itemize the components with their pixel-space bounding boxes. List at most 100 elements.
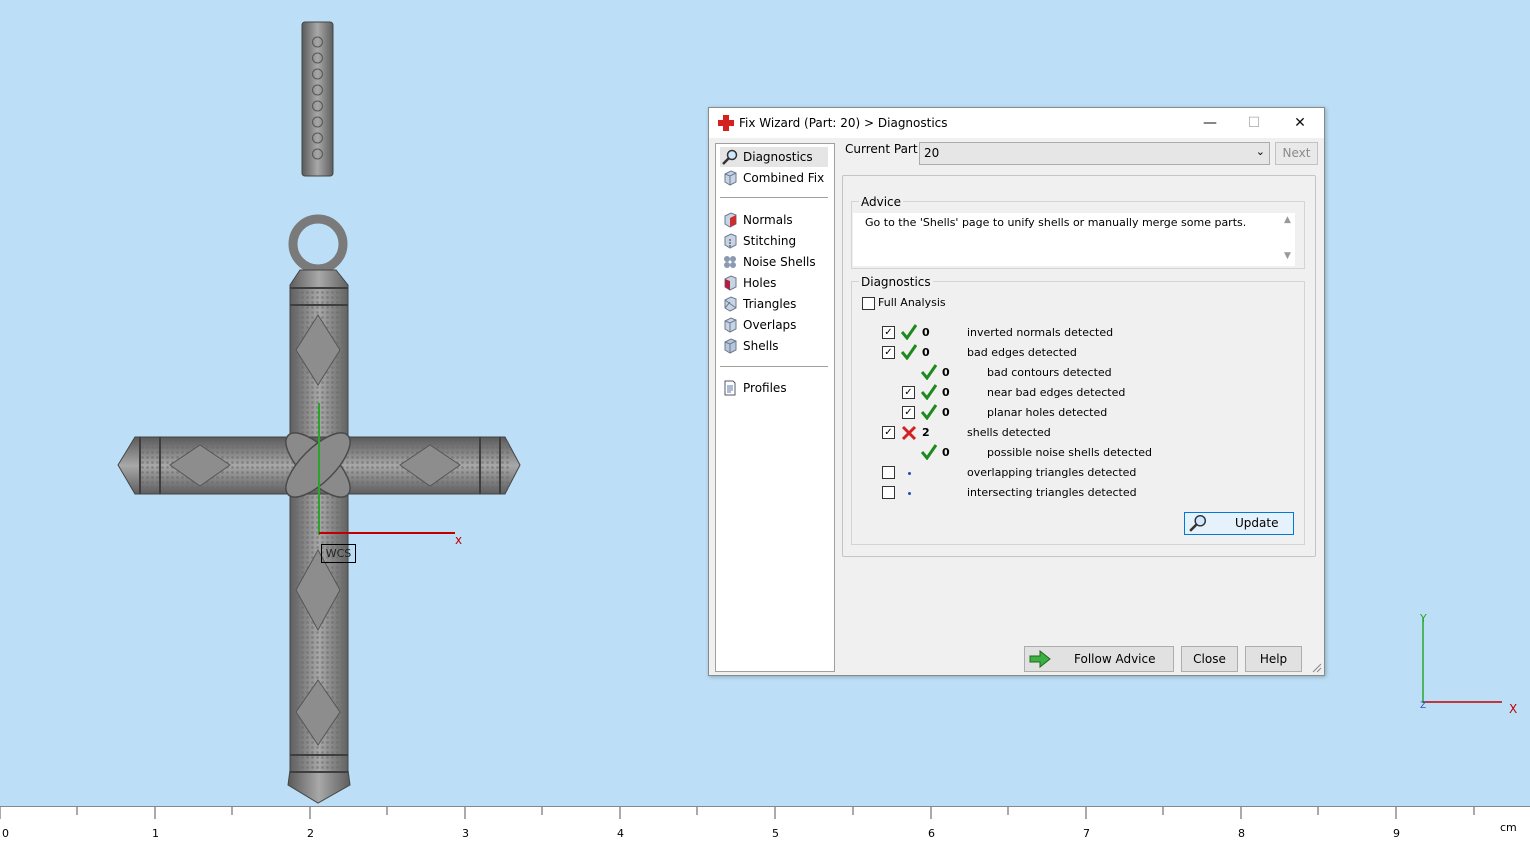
help-button[interactable]: Help	[1245, 646, 1302, 672]
magnifier-icon	[722, 149, 738, 165]
nav-label: Holes	[743, 276, 777, 290]
row-checkbox[interactable]: ✓	[882, 346, 895, 359]
follow-advice-label: Follow Advice	[1074, 652, 1156, 666]
row-count: 0	[942, 406, 950, 419]
green-check-icon	[921, 384, 937, 400]
row-count: 2	[922, 426, 930, 439]
resize-grip-icon[interactable]	[1311, 662, 1322, 673]
row-checkbox[interactable]: ✓	[882, 426, 895, 439]
wcs-label: WCS	[321, 544, 356, 563]
row-checkbox[interactable]: ✓	[902, 406, 915, 419]
nav-item-shells[interactable]: Shells	[720, 336, 828, 356]
triangles-cube-icon	[724, 296, 737, 312]
full-analysis-checkbox[interactable]	[862, 297, 875, 310]
ruler-label-6: 6	[928, 827, 935, 840]
row-checkbox[interactable]: ✓	[902, 386, 915, 399]
ruler-label-1: 1	[152, 827, 159, 840]
status-dot-icon	[908, 472, 911, 475]
diagnostics-title: Diagnostics	[859, 275, 933, 289]
close-button[interactable]: Close	[1181, 646, 1238, 672]
nav-item-stitching[interactable]: Stitching	[720, 231, 828, 251]
nav-item-combined-fix[interactable]: Combined Fix	[720, 168, 828, 188]
nav-label: Shells	[743, 339, 779, 353]
shells-cube-icon	[724, 338, 737, 354]
update-button[interactable]: Update	[1184, 512, 1294, 535]
magnifier-icon	[1189, 514, 1207, 532]
green-check-icon	[921, 444, 937, 460]
current-part-value: 20	[924, 146, 940, 160]
row-count: 0	[922, 326, 930, 339]
ruler-label-9: 9	[1393, 827, 1400, 840]
row-checkbox[interactable]	[882, 466, 895, 479]
row-count: 0	[942, 446, 950, 459]
row-label: bad contours detected	[987, 366, 1112, 379]
red-x-icon	[901, 425, 917, 441]
row-label: shells detected	[967, 426, 1051, 439]
bottom-ruler: 0 1 2 3 4 5 6 7 8 9 cm	[0, 806, 1530, 845]
ruler-label-4: 4	[617, 827, 624, 840]
nav-item-holes[interactable]: Holes	[720, 273, 828, 293]
follow-advice-button[interactable]: Follow Advice	[1024, 646, 1174, 672]
ruler-label-2: 2	[307, 827, 314, 840]
ruler-label-8: 8	[1238, 827, 1245, 840]
row-checkbox[interactable]: ✓	[882, 326, 895, 339]
nav-separator	[720, 197, 828, 199]
scroll-up-icon[interactable]: ▲	[1284, 215, 1291, 225]
chevron-down-icon: ⌄	[1255, 145, 1265, 158]
scroll-down-icon[interactable]: ▼	[1284, 251, 1291, 261]
row-count: 0	[942, 366, 950, 379]
nav-label: Overlaps	[743, 318, 797, 332]
nav-separator	[720, 366, 828, 368]
nav-item-normals[interactable]: Normals	[720, 210, 828, 230]
tripod-x-label: X	[1509, 702, 1517, 716]
nav-item-diagnostics[interactable]: Diagnostics	[720, 147, 828, 167]
row-label: near bad edges detected	[987, 386, 1126, 399]
nav-item-noise-shells[interactable]: Noise Shells	[720, 252, 828, 272]
dialog-titlebar[interactable]: Fix Wizard (Part: 20) > Diagnostics — ☐ …	[709, 108, 1324, 138]
holes-cube-icon	[724, 275, 737, 291]
wizard-nav: Diagnostics Combined Fix Normals Stitchi…	[715, 143, 835, 672]
diagnostics-panel: Advice Go to the 'Shells' page to unify …	[842, 175, 1316, 557]
green-arrow-icon	[1029, 650, 1051, 668]
nav-label: Profiles	[743, 381, 787, 395]
nav-item-profiles[interactable]: Profiles	[720, 378, 828, 398]
advice-text: Go to the 'Shells' page to unify shells …	[865, 216, 1247, 229]
row-label: bad edges detected	[967, 346, 1077, 359]
nav-label: Triangles	[743, 297, 797, 311]
row-label: inverted normals detected	[967, 326, 1114, 339]
overlaps-cube-icon	[724, 317, 737, 333]
row-label: possible noise shells detected	[987, 446, 1153, 459]
minimize-button[interactable]: —	[1187, 108, 1233, 138]
noise-shells-icon	[724, 256, 736, 268]
row-label: planar holes detected	[987, 406, 1108, 419]
close-window-button[interactable]: ✕	[1277, 108, 1323, 138]
row-count: 0	[922, 346, 930, 359]
nav-label: Noise Shells	[743, 255, 816, 269]
green-check-icon	[901, 324, 917, 340]
advice-title: Advice	[859, 195, 904, 209]
status-dot-icon	[908, 492, 911, 495]
next-button[interactable]: Next	[1275, 142, 1318, 165]
red-cross-icon	[718, 115, 734, 131]
row-label: intersecting triangles detected	[967, 486, 1137, 499]
update-label: Update	[1235, 516, 1279, 530]
nav-label: Diagnostics	[743, 150, 813, 164]
ruler-label-3: 3	[462, 827, 469, 840]
nav-item-overlaps[interactable]: Overlaps	[720, 315, 828, 335]
nav-label: Combined Fix	[743, 171, 825, 185]
nav-item-triangles[interactable]: Triangles	[720, 294, 828, 314]
normals-cube-icon	[724, 212, 737, 228]
current-part-select[interactable]: 20 ⌄	[919, 142, 1270, 165]
nav-label: Stitching	[743, 234, 797, 248]
fix-wizard-dialog: Fix Wizard (Part: 20) > Diagnostics — ☐ …	[708, 107, 1325, 676]
row-label: overlapping triangles detected	[967, 466, 1137, 479]
x-axis-label: x	[455, 533, 463, 547]
axis-tripod: Y X Z	[1419, 612, 1517, 716]
maximize-button[interactable]: ☐	[1231, 108, 1277, 138]
document-icon	[724, 380, 736, 396]
green-check-icon	[901, 344, 917, 360]
ruler-label-7: 7	[1083, 827, 1090, 840]
tripod-z-label: Z	[1420, 701, 1426, 711]
ruler-label-5: 5	[772, 827, 779, 840]
row-checkbox[interactable]	[882, 486, 895, 499]
